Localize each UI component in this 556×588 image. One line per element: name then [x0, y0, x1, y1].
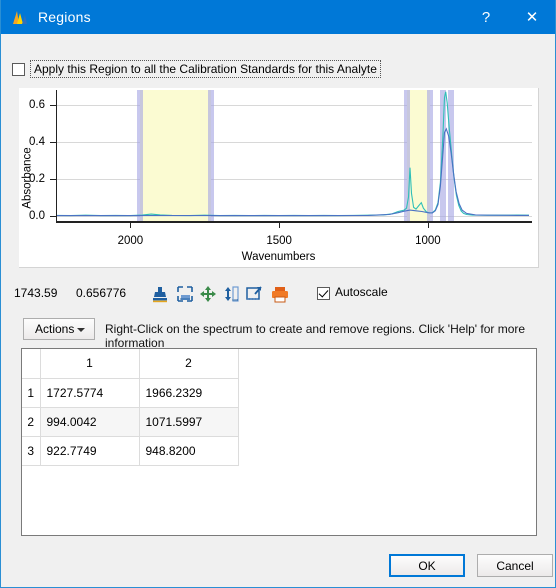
table-row[interactable]: 2 994.0042 1071.5997 — [22, 407, 239, 437]
y-scale-icon[interactable] — [220, 283, 242, 305]
window-title: Regions — [38, 9, 91, 25]
table-row[interactable]: 1 1727.5774 1966.2329 — [22, 378, 239, 408]
title-bar: Regions ? ✕ — [1, 0, 555, 34]
pan-move-icon[interactable] — [197, 283, 219, 305]
y-tick-label: 0.0 — [29, 209, 45, 222]
regions-table-panel[interactable]: 1 2 1 1727.5774 1966.2329 2 994.0042 107… — [21, 348, 537, 536]
actions-button[interactable]: Actions — [23, 318, 95, 340]
apply-region-label: Apply this Region to all the Calibration… — [30, 60, 381, 78]
y-tick — [50, 215, 56, 217]
cell-r3c1[interactable]: 922.7749 — [40, 436, 140, 466]
x-axis-line — [56, 221, 532, 223]
annotate-box-icon[interactable] — [243, 283, 265, 305]
autoscale-label: Autoscale — [335, 285, 388, 299]
x-axis-title: Wavenumbers — [241, 251, 316, 263]
y-tick-label: 0.6 — [29, 98, 45, 111]
spectrum-traces — [56, 91, 530, 217]
autoscale-checkbox[interactable] — [317, 287, 330, 300]
apply-region-checkbox[interactable] — [12, 62, 25, 76]
chart-toolbar: 1743.59 0.656776 Autoscale — [1, 282, 556, 306]
y-tick — [50, 178, 56, 180]
y-axis-line — [56, 90, 57, 223]
close-button[interactable]: ✕ — [509, 0, 555, 34]
cursor-x-readout: 1743.59 — [14, 286, 58, 300]
row-header[interactable]: 2 — [22, 407, 41, 437]
x-tick — [130, 223, 132, 228]
table-row[interactable]: 3 922.7749 948.8200 — [22, 436, 239, 466]
x-tick-label: 1500 — [266, 235, 292, 247]
y-tick — [50, 141, 56, 143]
column-header-1[interactable]: 1 — [40, 349, 140, 379]
cell-r1c1[interactable]: 1727.5774 — [40, 378, 140, 408]
y-tick-label: 0.2 — [29, 172, 45, 185]
apply-region-row[interactable]: Apply this Region to all the Calibration… — [12, 60, 381, 78]
row-header[interactable]: 3 — [22, 436, 41, 466]
ok-button[interactable]: OK — [389, 554, 465, 577]
spectrum-chart[interactable]: Absorbance Wavenumbers 0.0 0.2 0.4 0.6 2000 1… — [19, 88, 539, 268]
column-header-2[interactable]: 2 — [139, 349, 239, 379]
regions-table[interactable]: 1 2 1 1727.5774 1966.2329 2 994.0042 107… — [22, 349, 239, 466]
cancel-button[interactable]: Cancel — [477, 554, 553, 577]
x-tick-label: 2000 — [117, 235, 144, 247]
cell-r2c1[interactable]: 994.0042 — [40, 407, 140, 437]
y-tick — [50, 104, 56, 106]
x-tick — [279, 223, 281, 228]
chevron-down-icon — [77, 328, 85, 332]
x-tick-label: 1000 — [415, 235, 441, 247]
row-header[interactable]: 1 — [22, 378, 41, 408]
cell-r2c2[interactable]: 1071.5997 — [139, 407, 239, 437]
zoom-box-icon[interactable] — [174, 283, 196, 305]
cell-r1c2[interactable]: 1966.2329 — [139, 378, 239, 408]
help-button[interactable]: ? — [463, 0, 509, 34]
spectrum-peak-icon — [11, 9, 29, 25]
table-header-row: 1 2 — [22, 349, 239, 379]
cell-r3c2[interactable]: 948.8200 — [139, 436, 239, 466]
stamp-tool-icon[interactable] — [149, 283, 171, 305]
cursor-y-readout: 0.656776 — [76, 286, 127, 300]
regions-dialog: Regions ? ✕ Apply this Region to all the… — [0, 0, 556, 588]
table-corner-cell — [22, 349, 41, 379]
actions-button-label: Actions — [35, 322, 75, 336]
y-tick-label: 0.4 — [29, 135, 45, 148]
instruction-text: Right-Click on the spectrum to create an… — [105, 322, 526, 350]
x-tick — [427, 223, 429, 228]
series-spectrum-teal — [56, 91, 530, 217]
plot-area[interactable] — [56, 90, 532, 223]
print-icon[interactable] — [269, 283, 291, 305]
